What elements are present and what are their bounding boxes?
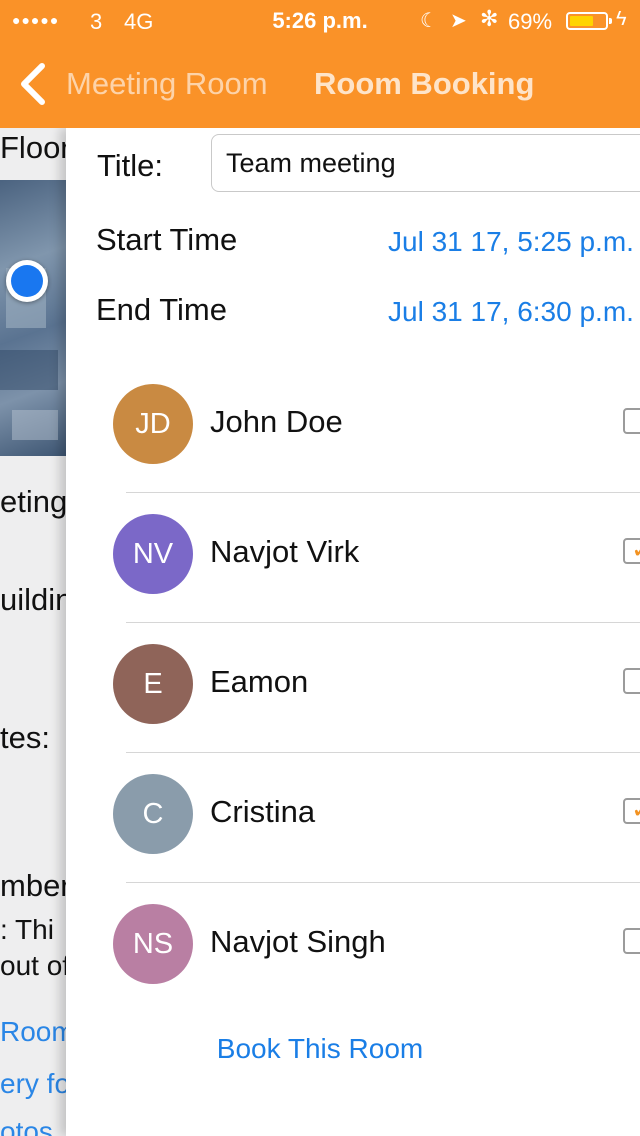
background-text: eting <box>0 484 66 519</box>
attendee-name: Eamon <box>210 664 309 699</box>
background-text: out of <box>0 950 66 981</box>
end-time-value[interactable]: Jul 31 17, 6:30 p.m. <box>388 296 634 328</box>
avatar: JD <box>113 384 193 464</box>
background-text: : Thi <box>0 914 54 945</box>
avatar: E <box>113 644 193 724</box>
map-building <box>12 410 58 440</box>
background-link: otos <box>0 1116 53 1136</box>
battery-level-fill <box>570 16 593 26</box>
attendee-row[interactable]: NV Navjot Virk ✓ <box>66 492 640 622</box>
attendee-row[interactable]: JD John Doe <box>66 362 640 492</box>
attendee-row[interactable]: NS Navjot Singh <box>66 882 640 1012</box>
start-time-label: Start Time <box>96 222 238 257</box>
attendee-name: Cristina <box>210 794 316 829</box>
background-text: tes: <box>0 720 50 755</box>
background-text: mber <box>0 868 66 903</box>
map-view <box>0 180 66 456</box>
map-building <box>0 350 58 390</box>
title-label: Title: <box>97 148 164 183</box>
battery-nub <box>609 18 612 24</box>
title-input[interactable] <box>211 134 640 192</box>
location-icon: ➤ <box>450 10 467 32</box>
charging-icon: ϟ <box>616 8 627 30</box>
status-bar: ●●●●● 3 4G 5:26 p.m. ☾ ➤ ✻ 69% ϟ <box>0 0 640 42</box>
avatar: NV <box>113 514 193 594</box>
page-title: Room Booking <box>314 66 535 101</box>
attendee-checkbox[interactable]: ✓ <box>623 796 640 824</box>
attendee-name: John Doe <box>210 404 343 439</box>
back-button[interactable]: Meeting Room <box>66 66 268 102</box>
end-time-label: End Time <box>96 292 227 327</box>
avatar: C <box>113 774 193 854</box>
battery-percent: 69% <box>508 9 553 34</box>
background-text: uildin <box>0 582 66 617</box>
attendee-checkbox[interactable]: ✓ <box>623 536 640 564</box>
bluetooth-icon: ✻ <box>480 6 499 31</box>
background-link: ery fo <box>0 1068 66 1099</box>
book-room-button[interactable]: Book This Room <box>0 1033 640 1065</box>
attendee-row[interactable]: C Cristina ✓ <box>66 752 640 882</box>
checkmark-icon: ✓ <box>631 796 640 822</box>
checkmark-icon: ✓ <box>631 536 640 562</box>
background-text: Floor <box>0 130 66 165</box>
background-screen: Floor eting uildin tes: mber : Thi out o… <box>0 128 66 1136</box>
battery-icon <box>566 12 612 30</box>
location-pin-icon <box>6 260 48 302</box>
attendee-name: Navjot Virk <box>210 534 360 569</box>
attendee-checkbox[interactable] <box>623 668 640 694</box>
navigation-bar: Meeting Room Room Booking <box>0 42 640 128</box>
avatar: NS <box>113 904 193 984</box>
location-pin-dot <box>11 265 43 297</box>
start-time-value[interactable]: Jul 31 17, 5:25 p.m. <box>388 226 634 258</box>
back-chevron-icon[interactable] <box>14 62 54 106</box>
attendee-checkbox[interactable] <box>623 408 640 434</box>
attendee-row[interactable]: E Eamon <box>66 622 640 752</box>
attendee-checkbox[interactable] <box>623 928 640 954</box>
attendee-name: Navjot Singh <box>210 924 386 959</box>
do-not-disturb-icon: ☾ <box>420 10 438 32</box>
top-bar: ●●●●● 3 4G 5:26 p.m. ☾ ➤ ✻ 69% ϟ Meeting… <box>0 0 640 128</box>
booking-sheet: Title: Start Time Jul 31 17, 5:25 p.m. E… <box>66 128 640 1136</box>
